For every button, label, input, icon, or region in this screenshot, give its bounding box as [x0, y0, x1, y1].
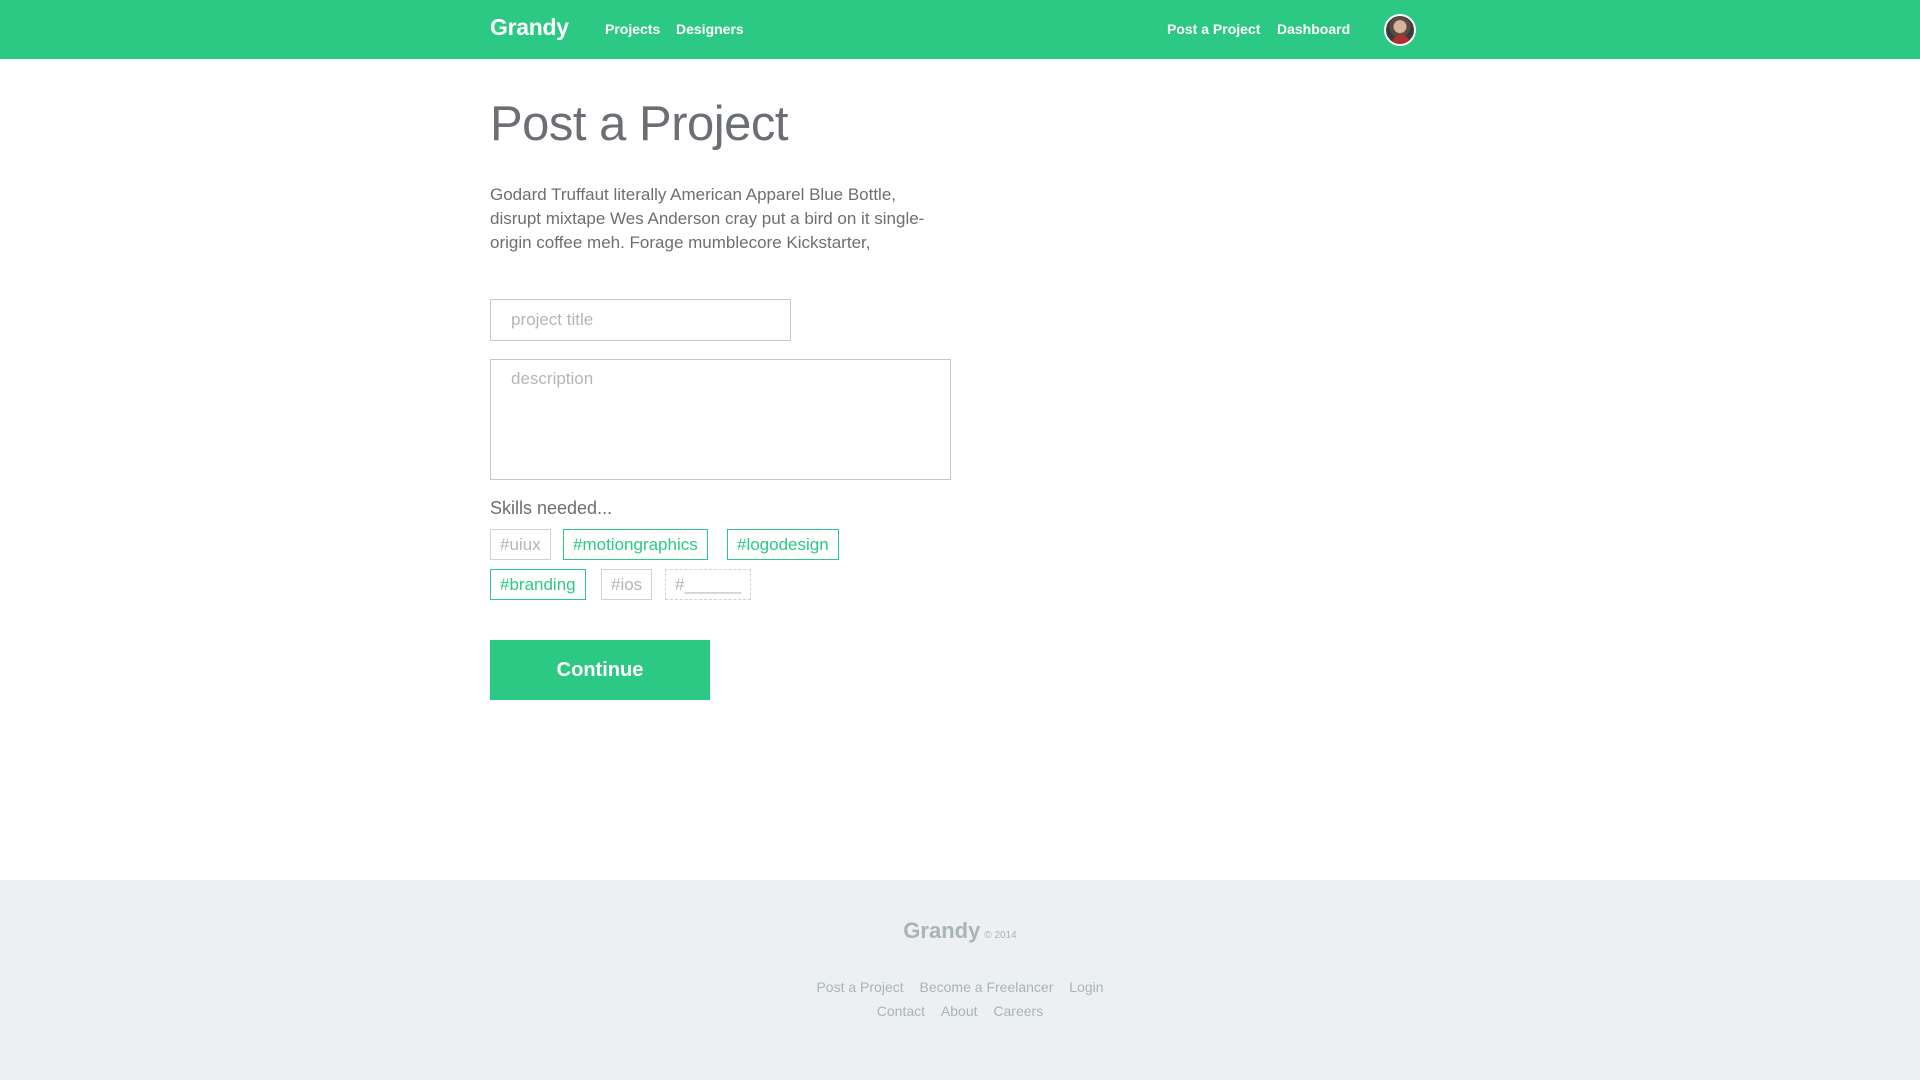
footer-copyright: © 2014 — [984, 930, 1017, 941]
footer-link-become-freelancer[interactable]: Become a Freelancer — [920, 979, 1054, 995]
user-avatar-icon[interactable] — [1384, 14, 1416, 46]
site-footer: Grandy © 2014 Post a Project Become a Fre… — [0, 880, 1920, 1080]
new-skill-tag-input[interactable]: #______ — [665, 569, 751, 600]
description-textarea[interactable] — [490, 359, 951, 480]
skill-tag-branding[interactable]: #branding — [490, 569, 586, 600]
nav-link-dashboard[interactable]: Dashboard — [1277, 21, 1350, 37]
skill-tag-ios[interactable]: #ios — [601, 569, 653, 600]
skill-tag-motiongraphics[interactable]: #motiongraphics — [563, 529, 708, 560]
skill-tag-logodesign[interactable]: #logodesign — [727, 529, 839, 560]
footer-logo[interactable]: Grandy — [903, 918, 980, 943]
footer-links-primary: Post a Project Become a Freelancer Login — [0, 979, 1920, 995]
footer-link-about[interactable]: About — [941, 1003, 978, 1019]
project-title-input[interactable] — [490, 299, 791, 341]
footer-brand: Grandy © 2014 — [0, 918, 1920, 944]
brand-logo[interactable]: Grandy — [490, 14, 569, 41]
footer-link-login[interactable]: Login — [1069, 979, 1103, 995]
nav-link-post-project[interactable]: Post a Project — [1167, 21, 1260, 37]
intro-text: Godard Truffaut literally American Appar… — [490, 185, 925, 252]
page-title: Post a Project — [490, 97, 789, 151]
footer-link-post-project[interactable]: Post a Project — [816, 979, 903, 995]
skills-label: Skills needed... — [490, 498, 613, 518]
footer-link-careers[interactable]: Careers — [993, 1003, 1043, 1019]
footer-links-secondary: Contact About Careers — [0, 1003, 1920, 1019]
nav-link-projects[interactable]: Projects — [605, 21, 660, 37]
footer-link-contact[interactable]: Contact — [877, 1003, 925, 1019]
nav-link-designers[interactable]: Designers — [676, 21, 744, 37]
top-navigation-bar: Grandy Projects Designers Post a Project… — [0, 0, 1920, 59]
skill-tag-uiux[interactable]: #uiux — [490, 529, 551, 560]
continue-button[interactable]: Continue — [490, 640, 710, 700]
